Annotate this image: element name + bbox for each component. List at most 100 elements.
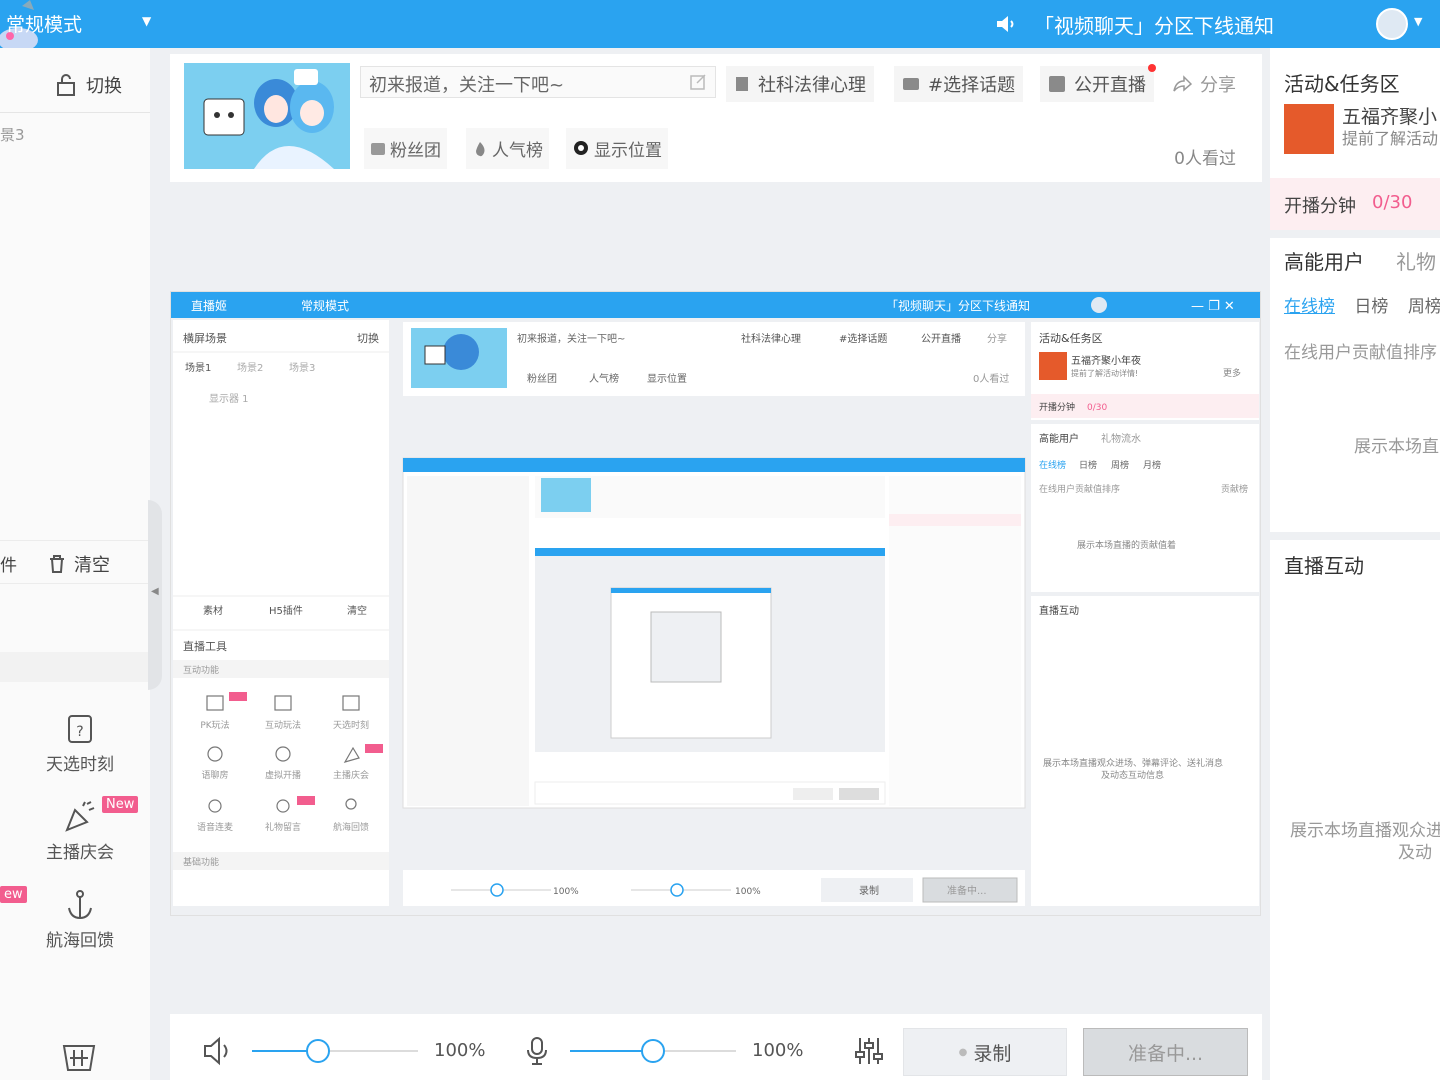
preview-activity: 活动&任务区 <box>1039 332 1103 345</box>
plugin-button[interactable]: 件 <box>0 551 17 576</box>
topic-icon <box>903 78 919 90</box>
clear-label: 清空 <box>74 555 110 576</box>
show-location-button[interactable]: 显示位置 <box>566 128 668 169</box>
collapse-handle[interactable]: ◀ <box>148 500 162 690</box>
tab-weekly-rank[interactable]: 周榜 <box>1408 297 1440 317</box>
divider <box>1270 532 1440 540</box>
category-button[interactable]: 社科法律心理 <box>726 66 874 102</box>
online-sort-hint: 在线用户贡献值排序 <box>1284 343 1437 363</box>
preview-interaction-hint-1: 展示本场直播观众进场、弹幕评论、送礼消息 <box>1043 757 1223 769</box>
preview-pct-2: 100% <box>735 887 761 897</box>
switch-button[interactable]: 切换 <box>56 72 122 98</box>
popularity-button[interactable]: 人气榜 <box>466 128 549 169</box>
preview-scene-1: 场景1 <box>185 361 211 374</box>
chevron-down-icon[interactable]: ▼ <box>1414 15 1422 28</box>
fan-club-icon <box>371 142 385 155</box>
divider <box>0 112 150 113</box>
party-icon <box>65 801 95 832</box>
lock-switch-icon <box>57 74 75 96</box>
preview-show-rank: 展示本场直播的贡献值着 <box>1077 539 1176 551</box>
avatar[interactable] <box>1376 8 1408 40</box>
fan-club-button[interactable]: 粉丝团 <box>364 128 447 169</box>
preview-fan-club: 粉丝团 <box>527 372 557 385</box>
category-icon <box>736 77 748 91</box>
ready-label: 准备中... <box>1127 1042 1204 1065</box>
preview-category: 社科法律心理 <box>741 332 801 345</box>
topic-button[interactable]: #选择话题 <box>894 66 1024 102</box>
title-input[interactable]: 初来报道，关注一下吧~ <box>360 66 716 98</box>
share-label: 分享 <box>1200 75 1236 96</box>
show-location-label: 显示位置 <box>594 141 662 161</box>
slider-knob[interactable] <box>641 1039 665 1063</box>
topic-label: #选择话题 <box>928 75 1016 96</box>
mixer-icon[interactable] <box>854 1036 884 1066</box>
mode-selector[interactable]: 常规模式 <box>6 10 82 37</box>
activity-banner[interactable]: 五福齐聚小 提前了解活动 <box>1342 106 1438 150</box>
switch-label: 切换 <box>86 76 122 97</box>
slider-knob[interactable] <box>306 1039 330 1063</box>
tab-daily-rank[interactable]: 日榜 <box>1354 297 1388 317</box>
preview-ready: 准备中... <box>947 884 987 897</box>
preview-pct-1: 100% <box>553 887 579 897</box>
broadcast-minutes-bar[interactable]: 开播分钟 0/30 <box>1270 178 1440 230</box>
location-icon <box>574 140 588 155</box>
preview-scene-3: 场景3 <box>289 361 315 374</box>
pk-icon[interactable] <box>60 1038 98 1076</box>
tool-label: 航海回馈 <box>46 931 114 951</box>
mic-volume-slider[interactable] <box>570 1039 736 1063</box>
record-button[interactable]: ● 录制 <box>903 1028 1067 1076</box>
right-panel: 活动&任务区 五福齐聚小 提前了解活动 开播分钟 0/30 高能用户 礼物 在线… <box>1270 48 1440 1080</box>
fleet-reward-tool[interactable]: 航海回馈 <box>30 888 130 951</box>
speaker-icon[interactable] <box>202 1036 234 1066</box>
activity-thumbnail[interactable] <box>1284 104 1334 154</box>
microphone-icon[interactable] <box>524 1036 550 1066</box>
scene-tab[interactable]: 景3 <box>0 124 25 145</box>
speaker-volume-value: 100% <box>434 1040 486 1061</box>
preview-switch: 切换 <box>357 331 379 345</box>
speaker-volume-slider[interactable] <box>252 1039 418 1063</box>
preview-title: 初来报道，关注一下吧~ <box>517 332 625 345</box>
preview-gift-flow: 礼物流水 <box>1101 432 1141 445</box>
tab-online-rank[interactable]: 在线榜 <box>1284 297 1335 317</box>
tab-high-energy[interactable]: 高能用户 <box>1284 246 1364 275</box>
fan-club-label: 粉丝团 <box>390 141 441 161</box>
start-live-button[interactable]: 准备中... <box>1083 1028 1248 1076</box>
live-icon <box>1049 76 1065 92</box>
activity-name: 五福齐聚小 <box>1342 106 1438 128</box>
preview-online-sort: 在线用户贡献值排序 <box>1039 483 1120 495</box>
source-toolbar: 件 清空 <box>0 540 150 584</box>
preview-clear: 清空 <box>347 604 367 617</box>
record-label: 录制 <box>973 1042 1012 1065</box>
chevron-down-icon[interactable]: ▼ <box>142 14 151 28</box>
mic-volume-value: 100% <box>752 1040 804 1061</box>
share-button[interactable]: 分享 <box>1164 66 1244 102</box>
preview-canvas: 直播姬 常规模式 「视频聊天」分区下线通知 — ❐ ✕ 横屏场景 切换 场景1 … <box>171 292 1260 915</box>
speaker-notice-icon <box>997 16 1014 32</box>
notice-link[interactable]: 「视频聊天」分区下线通知 <box>1034 10 1274 39</box>
scene-panel: 切换 景3 件 清空 ? 天选时刻 主播庆会 New 航海回馈 ew <box>0 48 150 1080</box>
tab-gift-flow[interactable]: 礼物 <box>1396 246 1436 275</box>
live-preview[interactable]: 直播姬 常规模式 「视频聊天」分区下线通知 — ❐ ✕ 横屏场景 切换 场景1 … <box>170 291 1261 916</box>
preview-interactive: 互动功能 <box>183 664 219 676</box>
new-badge: ew <box>0 886 27 903</box>
preview-public-live: 公开直播 <box>921 332 961 345</box>
preview-tool-1: PK玩法 <box>200 719 229 731</box>
rank-tabs: 在线榜 日榜 周榜 <box>1284 292 1440 317</box>
contribution-hint: 展示本场直 <box>1354 437 1439 457</box>
edit-icon[interactable] <box>689 73 707 91</box>
cover-image[interactable] <box>184 63 350 169</box>
preview-popularity: 人气榜 <box>589 372 619 385</box>
flame-icon <box>476 141 485 156</box>
svg-text:— ❐ ✕: — ❐ ✕ <box>1191 299 1235 314</box>
tool-label: 主播庆会 <box>46 843 114 863</box>
public-live-button[interactable]: 公开直播 <box>1040 66 1154 102</box>
top-bar: 常规模式 ▼ 「视频聊天」分区下线通知 ▼ <box>0 0 1440 48</box>
lottery-tool[interactable]: ? 天选时刻 <box>30 712 130 775</box>
clear-button[interactable]: 清空 <box>48 551 110 577</box>
new-badge: New <box>102 796 139 813</box>
category-label: 社科法律心理 <box>758 75 866 96</box>
preview-location: 显示位置 <box>647 372 687 385</box>
preview-high-energy: 高能用户 <box>1039 432 1079 445</box>
preview-share: 分享 <box>987 332 1007 345</box>
preview-scene-2: 场景2 <box>237 361 263 374</box>
